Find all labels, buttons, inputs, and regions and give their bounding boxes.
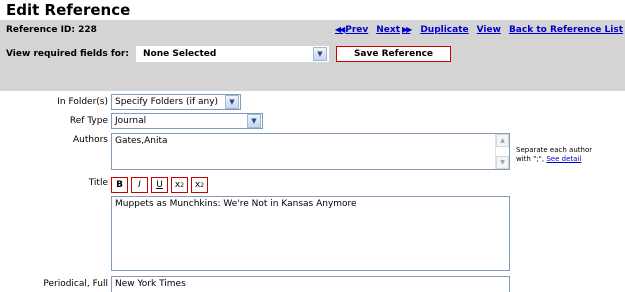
- scroll-down-icon[interactable]: ▼: [496, 156, 509, 169]
- view-link[interactable]: View: [477, 25, 501, 35]
- bold-button[interactable]: B: [111, 177, 128, 193]
- reftype-value: Journal: [115, 116, 147, 126]
- chevron-down-icon[interactable]: ▼: [313, 47, 327, 61]
- chevron-down-icon[interactable]: ▼: [247, 114, 261, 128]
- folder-select[interactable]: Specify Folders (if any) ▼: [111, 94, 241, 110]
- periodical-label: Periodical, Full: [43, 279, 108, 289]
- next-link[interactable]: Next ▶▶: [376, 25, 412, 35]
- save-reference-button[interactable]: Save Reference: [336, 46, 451, 62]
- italic-button[interactable]: I: [131, 177, 148, 193]
- form-area: In Folder(s) Specify Folders (if any) ▼ …: [0, 91, 625, 292]
- header-panel: Reference ID: 228 ◀◀ Prev Next ▶▶ Duplicat…: [0, 20, 625, 91]
- subscript-button[interactable]: x2: [191, 177, 208, 193]
- form-inner: In Folder(s) Specify Folders (if any) ▼ …: [0, 91, 625, 292]
- authors-scrollbar[interactable]: ▲ ▼: [495, 134, 509, 169]
- folder-label: In Folder(s): [57, 97, 108, 107]
- title-bar: Edit Reference: [0, 0, 625, 20]
- nav-links: ◀◀ Prev Next ▶▶ Duplicate View Back to Ref…: [333, 25, 623, 35]
- authors-hint-line2-wrap: with ";", See detail: [516, 155, 592, 164]
- superscript-button[interactable]: x2: [171, 177, 188, 193]
- reftype-select[interactable]: Journal ▼: [111, 113, 263, 129]
- required-fields-value: None Selected: [143, 49, 217, 59]
- title-textarea[interactable]: Muppets as Munchkins: We're Not in Kansa…: [111, 196, 510, 271]
- required-fields-label: View required fields for:: [6, 49, 129, 59]
- prev-arrows-icon: ◀◀: [334, 25, 345, 34]
- authors-textarea[interactable]: Gates,Anita ▲ ▼: [111, 133, 510, 170]
- prev-label: Prev: [345, 25, 369, 35]
- underline-button[interactable]: U: [151, 177, 168, 193]
- authors-hint-line2: with ";",: [516, 155, 545, 163]
- next-label: Next: [376, 25, 400, 35]
- prev-link[interactable]: ◀◀ Prev: [333, 25, 368, 35]
- see-detail-link[interactable]: See detail: [546, 155, 581, 163]
- periodical-input[interactable]: New York Times: [111, 276, 510, 292]
- back-to-list-link[interactable]: Back to Reference List: [509, 25, 623, 35]
- authors-hint-line1: Separate each author: [516, 146, 593, 154]
- format-toolbar: B I U x2 x2: [111, 177, 208, 193]
- subscript-mark: 2: [200, 181, 205, 189]
- authors-label: Authors: [73, 135, 108, 145]
- superscript-mark: 2: [180, 181, 185, 189]
- periodical-value: New York Times: [115, 279, 186, 289]
- title-value: Muppets as Munchkins: We're Not in Kansa…: [115, 199, 357, 209]
- next-arrows-icon: ▶▶: [402, 25, 412, 34]
- folder-value: Specify Folders (if any): [115, 97, 219, 107]
- required-fields-select[interactable]: None Selected ▼: [136, 46, 329, 62]
- scroll-up-icon[interactable]: ▲: [496, 134, 509, 147]
- duplicate-link[interactable]: Duplicate: [420, 25, 468, 35]
- reftype-label: Ref Type: [69, 116, 108, 126]
- reference-id: Reference ID: 228: [6, 25, 97, 35]
- page-title: Edit Reference: [6, 1, 131, 19]
- title-label: Title: [88, 178, 108, 188]
- authors-hint: Separate each author with ";", See detai…: [516, 146, 592, 164]
- chevron-down-icon[interactable]: ▼: [225, 95, 239, 109]
- authors-value: Gates,Anita: [115, 136, 168, 146]
